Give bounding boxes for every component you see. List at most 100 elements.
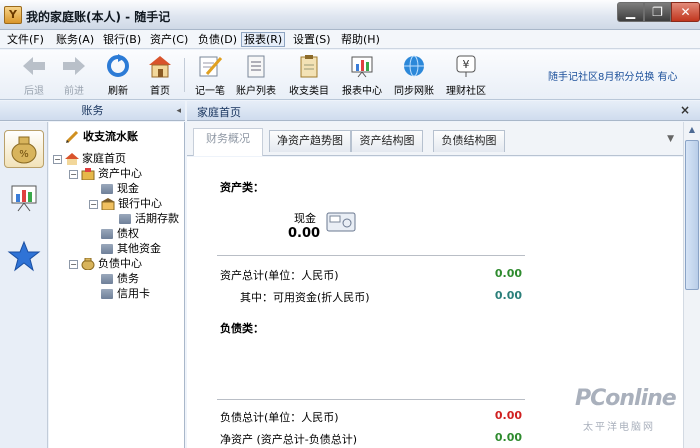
collapse-panel-icon[interactable]: ◂ [176,101,181,121]
liability-total-label: 负债总计(单位：人民币) [220,411,339,424]
tree-item-label: 家庭首页 [82,152,126,165]
account-tree: 收支流水账 − 家庭首页 − 资产中心 现金 − 银行中心 活期存款 债权 其他资金 … [49,122,185,448]
folder-icon [101,244,113,254]
tree-item-other-funds[interactable]: 其他资金 [101,242,161,256]
menu-liabilities[interactable]: 负债(D) [196,32,239,47]
report-tabs: 财务概况 净资产趋势图 资产结构图 负债结构图 ▼ [187,122,700,156]
menu-settings[interactable]: 设置(S) [291,32,333,47]
account-list-button[interactable]: 账户列表 [234,53,278,97]
refresh-icon [107,54,129,77]
home-label: 首页 [150,86,170,97]
tree-item-label: 债权 [117,227,139,240]
tree-item-label: 负债中心 [98,257,142,270]
tree-item-cash[interactable]: 现金 [101,182,139,196]
tab-liability-structure[interactable]: 负债结构图 [433,130,505,152]
tree-item-claims[interactable]: 债权 [101,227,139,241]
account-list-label: 账户列表 [236,86,276,97]
tree-item-label: 现金 [117,182,139,195]
refresh-label: 刷新 [108,86,128,97]
menu-accounts[interactable]: 账务(A) [54,32,96,47]
app-window: Y 我的家庭账(本人) - 随手记 ▁ ❐ ✕ 文件(F) 账务(A) 银行(B… [0,0,700,448]
notepad-pencil-icon [199,56,223,77]
back-button[interactable]: 后退 [12,53,56,97]
tree-item-current-deposit[interactable]: 活期存款 [119,212,179,226]
scroll-up-arrow-icon[interactable]: ▲ [684,122,700,138]
svg-text:¥: ¥ [463,58,470,71]
record-entry-button[interactable]: 记一笔 [188,53,232,97]
refresh-button[interactable]: 刷新 [96,53,140,97]
sync-button[interactable]: 同步网账 [392,53,436,97]
tree-collapse-toggle[interactable]: − [53,154,62,164]
community-promo-link[interactable]: 随手记社区8月积分兑换 有心 [548,68,678,83]
minimize-button[interactable]: ▁ [617,2,644,22]
folder-icon [101,184,113,194]
categories-label: 收支类目 [289,86,329,97]
folder-icon [119,214,131,224]
ledger-nav-button[interactable]: % [4,130,44,168]
tree-title-label: 收支流水账 [83,130,138,143]
menu-bank[interactable]: 银行(B) [101,32,143,47]
folder-icon [101,289,113,299]
tab-financial-overview[interactable]: 财务概况 [193,128,263,156]
available-funds-label: 其中：可用资金(折人民币) [240,291,370,304]
home-icon [149,56,171,78]
home-button[interactable]: 首页 [138,53,182,97]
divider [217,399,525,400]
scrollbar-thumb[interactable] [685,140,699,290]
toolbar: 后退 前进 刷新 首页 记一笔 账户列表 收支类目 报表中心 同步网账 ¥ 理财… [0,50,700,100]
tab-asset-structure[interactable]: 资产结构图 [351,130,423,152]
tree-item-home[interactable]: − 家庭首页 [53,152,126,166]
watermark-text: PConline [575,386,677,411]
liabilities-section-label: 负债类： [220,322,264,335]
assets-section-label: 资产类： [220,181,264,194]
tree-item-bank-center[interactable]: − 银行中心 [89,197,162,211]
liability-total-value: 0.00 [494,409,522,422]
report-center-label: 报表中心 [342,86,382,97]
tree-collapse-toggle[interactable]: − [69,259,78,269]
menu-help[interactable]: 帮助(H) [339,32,382,47]
pencil-icon [65,130,79,144]
net-assets-label: 净资产 (资产总计-负债总计) [220,433,358,446]
categories-button[interactable]: 收支类目 [287,53,331,97]
divider [217,255,525,256]
tree-collapse-toggle[interactable]: − [69,169,78,179]
app-logo-icon: Y [4,6,22,24]
window-title: 我的家庭账(本人) - 随手记 [26,10,171,24]
back-arrow-icon [23,57,45,75]
tab-menu-dropdown-icon[interactable]: ▼ [667,134,674,144]
net-assets-value: 0.00 [494,431,522,444]
presentation-chart-icon [11,185,37,212]
tree-item-liability-center[interactable]: − 负债中心 [69,257,142,271]
close-window-button[interactable]: ✕ [671,2,700,22]
menu-bar: 文件(F) 账务(A) 银行(B) 资产(C) 负债(D) 报表(R) 设置(S… [0,30,700,49]
tree-item-asset-center[interactable]: − 资产中心 [69,167,142,181]
forward-label: 前进 [64,86,84,97]
tree-collapse-toggle[interactable]: − [89,199,98,209]
svg-text:%: % [19,149,29,160]
record-entry-label: 记一笔 [195,86,225,97]
menu-assets[interactable]: 资产(C) [148,32,190,47]
bank-icon [101,198,115,211]
close-tab-icon[interactable]: × [680,103,690,117]
tab-net-asset-trend[interactable]: 净资产趋势图 [269,130,351,152]
yuan-community-icon: ¥ [456,55,476,77]
menu-reports[interactable]: 报表(R) [241,32,286,47]
star-icon [7,240,41,272]
folder-icon [101,229,113,239]
tree-item-credit-card[interactable]: 信用卡 [101,287,150,301]
forward-button[interactable]: 前进 [52,53,96,97]
favorites-nav-button[interactable] [4,238,44,276]
finance-community-label: 理财社区 [446,86,486,97]
tree-title[interactable]: 收支流水账 [65,130,138,144]
main-panel-header: 家庭首页 × [187,101,700,121]
sync-globe-icon [404,55,424,77]
menu-file[interactable]: 文件(F) [5,32,46,47]
report-center-button[interactable]: 报表中心 [340,53,384,97]
maximize-button[interactable]: ❐ [644,2,671,22]
sync-label: 同步网账 [394,86,434,97]
report-nav-button[interactable] [4,180,44,218]
tree-item-debts[interactable]: 债务 [101,272,139,286]
house-icon [65,153,79,165]
asset-total-value: 0.00 [494,267,522,280]
finance-community-button[interactable]: ¥ 理财社区 [444,53,488,97]
